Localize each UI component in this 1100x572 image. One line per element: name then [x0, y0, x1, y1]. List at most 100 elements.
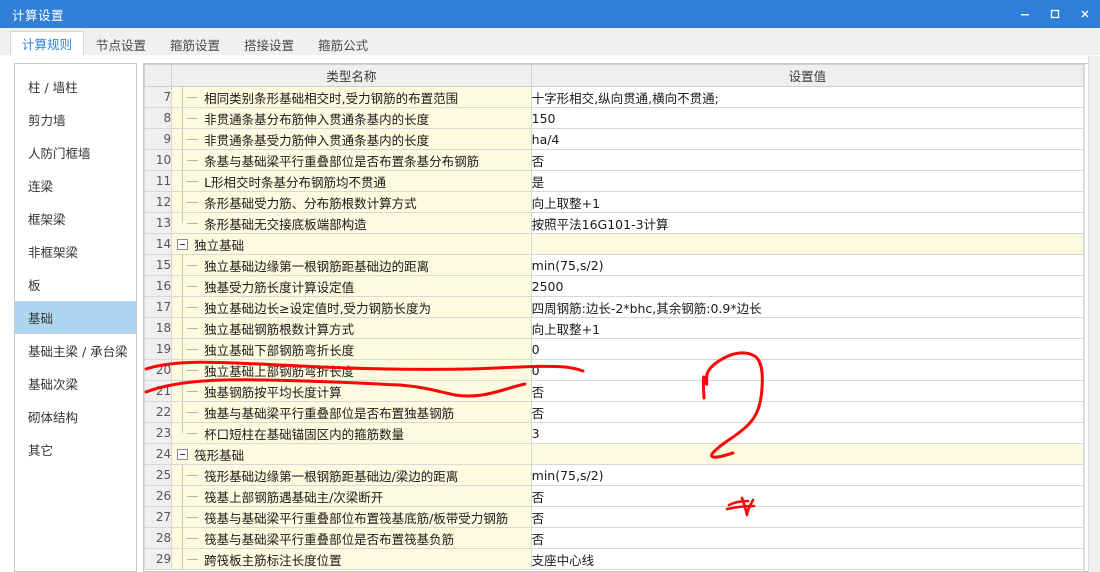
setting-value-cell[interactable]: 否	[530, 149, 1084, 171]
table-row[interactable]: 16 独基受力筋长度计算设定值 2500	[144, 275, 1084, 297]
row-number-cell[interactable]: 19	[144, 338, 173, 360]
minimize-icon[interactable]	[1010, 0, 1040, 28]
setting-value-cell[interactable]: 否	[530, 485, 1084, 507]
type-name-cell[interactable]: 条基与基础梁平行重叠部位是否布置条基分布钢筋	[171, 149, 532, 171]
sidebar-item-doorframe-wall[interactable]: 人防门框墙	[15, 136, 136, 169]
type-name-cell[interactable]: 独立基础边长≥设定值时,受力钢筋长度为	[171, 296, 532, 318]
row-number-cell[interactable]: 12	[144, 191, 173, 213]
type-name-cell[interactable]: 筏基与基础梁平行重叠部位布置筏基底筋/板带受力钢筋	[171, 506, 532, 528]
table-row[interactable]: 20 独立基础上部钢筋弯折长度 0	[144, 359, 1084, 381]
sidebar-item-foundation-secondary-beam[interactable]: 基础次梁	[15, 367, 136, 400]
setting-value-cell[interactable]	[530, 443, 1084, 465]
row-number-cell[interactable]: 11	[144, 170, 173, 192]
row-number-cell[interactable]: 18	[144, 317, 173, 339]
type-name-cell[interactable]: 独立基础钢筋根数计算方式	[171, 317, 532, 339]
close-icon[interactable]	[1070, 0, 1100, 28]
table-row[interactable]: 9 非贯通条基受力筋伸入贯通条基内的长度 ha/4	[144, 128, 1084, 150]
type-name-cell[interactable]: 独立基础	[171, 233, 532, 255]
type-name-cell[interactable]: 筏基上部钢筋遇基础主/次梁断开	[171, 485, 532, 507]
setting-value-cell[interactable]: min(75,s/2)	[530, 254, 1084, 276]
table-row[interactable]: 28 筏基与基础梁平行重叠部位是否布置筏基负筋 否	[144, 527, 1084, 549]
table-row[interactable]: 8 非贯通条基分布筋伸入贯通条基内的长度 150	[144, 107, 1084, 129]
row-number-cell[interactable]: 22	[144, 401, 173, 423]
row-number-cell[interactable]: 28	[144, 527, 173, 549]
type-name-cell[interactable]: 独基与基础梁平行重叠部位是否布置独基钢筋	[171, 401, 532, 423]
sidebar-item-column-wallcolumn[interactable]: 柱 / 墙柱	[15, 70, 136, 103]
setting-value-cell[interactable]: 向上取整+1	[530, 317, 1084, 339]
tab-stirrup-formula[interactable]: 箍筋公式	[306, 32, 380, 56]
row-number-cell[interactable]: 23	[144, 422, 173, 444]
tab-calc-rules[interactable]: 计算规则	[10, 31, 85, 56]
type-name-cell[interactable]: 杯口短柱在基础锚固区内的箍筋数量	[171, 422, 532, 444]
setting-value-cell[interactable]: 否	[530, 380, 1084, 402]
sidebar-item-coupling-beam[interactable]: 连梁	[15, 169, 136, 202]
type-name-cell[interactable]: 筏基与基础梁平行重叠部位是否布置筏基负筋	[171, 527, 532, 549]
sidebar-item-frame-beam[interactable]: 框架梁	[15, 202, 136, 235]
row-number-cell[interactable]: 27	[144, 506, 173, 528]
sidebar-item-nonframe-beam[interactable]: 非框架梁	[15, 235, 136, 268]
setting-value-cell[interactable]: 3	[530, 422, 1084, 444]
table-row[interactable]: 29 跨筏板主筋标注长度位置 支座中心线	[144, 548, 1084, 570]
row-number-cell[interactable]: 16	[144, 275, 173, 297]
setting-value-cell[interactable]: 否	[530, 527, 1084, 549]
row-number-cell[interactable]: 14	[144, 233, 173, 255]
type-name-cell[interactable]: 条形基础受力筋、分布筋根数计算方式	[171, 191, 532, 213]
setting-value-cell[interactable]: ha/4	[530, 128, 1084, 150]
row-number-cell[interactable]: 8	[144, 107, 173, 129]
row-number-cell[interactable]: 15	[144, 254, 173, 276]
setting-value-cell[interactable]: 按照平法16G101-3计算	[530, 212, 1084, 234]
setting-value-cell[interactable]: 十字形相交,纵向贯通,横向不贯通;	[530, 86, 1084, 108]
collapse-minus-icon[interactable]	[177, 238, 189, 250]
type-name-cell[interactable]: 跨筏板主筋标注长度位置	[171, 548, 532, 570]
table-row[interactable]: 12 条形基础受力筋、分布筋根数计算方式 向上取整+1	[144, 191, 1084, 213]
type-name-cell[interactable]: 相同类别条形基础相交时,受力钢筋的布置范围	[171, 86, 532, 108]
table-row[interactable]: 15 独立基础边缘第一根钢筋距基础边的距离 min(75,s/2)	[144, 254, 1084, 276]
table-row[interactable]: 13 条形基础无交接底板端部构造 按照平法16G101-3计算	[144, 212, 1084, 234]
tab-lap-settings[interactable]: 搭接设置	[232, 32, 306, 56]
sidebar-item-slab[interactable]: 板	[15, 268, 136, 301]
sidebar-item-masonry-structure[interactable]: 砌体结构	[15, 400, 136, 433]
type-name-cell[interactable]: 筏形基础边缘第一根钢筋距基础边/梁边的距离	[171, 464, 532, 486]
row-number-cell[interactable]: 9	[144, 128, 173, 150]
table-row[interactable]: 26 筏基上部钢筋遇基础主/次梁断开 否	[144, 485, 1084, 507]
type-name-cell[interactable]: 独立基础边缘第一根钢筋距基础边的距离	[171, 254, 532, 276]
type-name-cell[interactable]: L形相交时条基分布钢筋均不贯通	[171, 170, 532, 192]
setting-value-cell[interactable]: 150	[530, 107, 1084, 129]
row-number-cell[interactable]: 7	[144, 86, 173, 108]
type-name-cell[interactable]: 条形基础无交接底板端部构造	[171, 212, 532, 234]
sidebar-item-foundation-main-beam[interactable]: 基础主梁 / 承台梁	[15, 334, 136, 367]
table-row[interactable]: 23 杯口短柱在基础锚固区内的箍筋数量 3	[144, 422, 1084, 444]
type-name-cell[interactable]: 独基受力筋长度计算设定值	[171, 275, 532, 297]
category-sidebar[interactable]: 柱 / 墙柱 剪力墙 人防门框墙 连梁 框架梁 非框架梁 板 基础 基础主梁 /…	[14, 63, 137, 572]
setting-value-cell[interactable]: 否	[530, 506, 1084, 528]
setting-value-cell[interactable]: 是	[530, 170, 1084, 192]
sidebar-item-shearwall[interactable]: 剪力墙	[15, 103, 136, 136]
setting-value-cell[interactable]: 0	[530, 359, 1084, 381]
row-number-cell[interactable]: 20	[144, 359, 173, 381]
setting-value-cell[interactable]: 四周钢筋:边长-2*bhc,其余钢筋:0.9*边长	[530, 296, 1084, 318]
table-row[interactable]: 25 筏形基础边缘第一根钢筋距基础边/梁边的距离 min(75,s/2)	[144, 464, 1084, 486]
sidebar-item-foundation[interactable]: 基础	[15, 301, 136, 334]
collapse-minus-icon[interactable]	[177, 448, 189, 460]
table-row[interactable]: 14 独立基础	[144, 233, 1084, 255]
table-row[interactable]: 17 独立基础边长≥设定值时,受力钢筋长度为 四周钢筋:边长-2*bhc,其余钢筋:…	[144, 296, 1084, 318]
row-number-cell[interactable]: 21	[144, 380, 173, 402]
tab-node-settings[interactable]: 节点设置	[84, 32, 158, 56]
table-row[interactable]: 27 筏基与基础梁平行重叠部位布置筏基底筋/板带受力钢筋 否	[144, 506, 1084, 528]
row-number-cell[interactable]: 24	[144, 443, 173, 465]
row-number-cell[interactable]: 29	[144, 548, 173, 570]
row-number-cell[interactable]: 10	[144, 149, 173, 171]
table-row[interactable]: 11 L形相交时条基分布钢筋均不贯通 是	[144, 170, 1084, 192]
setting-value-cell[interactable]: 支座中心线	[530, 548, 1084, 570]
table-row[interactable]: 24 筏形基础	[144, 443, 1084, 465]
setting-value-cell[interactable]: 否	[530, 401, 1084, 423]
row-number-cell[interactable]: 25	[144, 464, 173, 486]
table-row[interactable]: 7 相同类别条形基础相交时,受力钢筋的布置范围 十字形相交,纵向贯通,横向不贯通;	[144, 86, 1084, 108]
setting-value-cell[interactable]: 2500	[530, 275, 1084, 297]
setting-value-cell[interactable]	[530, 233, 1084, 255]
table-row[interactable]: 10 条基与基础梁平行重叠部位是否布置条基分布钢筋 否	[144, 149, 1084, 171]
type-name-cell[interactable]: 独立基础下部钢筋弯折长度	[171, 338, 532, 360]
type-name-cell[interactable]: 筏形基础	[171, 443, 532, 465]
type-name-cell[interactable]: 非贯通条基受力筋伸入贯通条基内的长度	[171, 128, 532, 150]
table-row[interactable]: 19 独立基础下部钢筋弯折长度 0	[144, 338, 1084, 360]
